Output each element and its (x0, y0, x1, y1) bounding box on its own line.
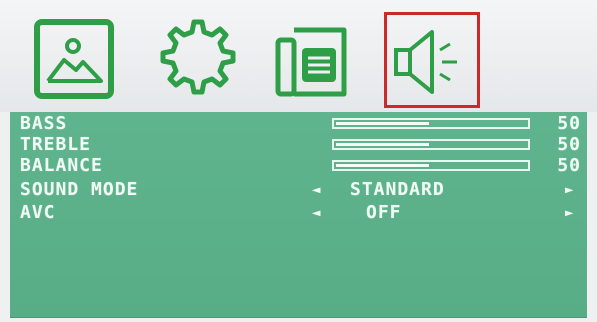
treble-row[interactable]: TREBLE 50 (10, 135, 587, 154)
avc-right-arrow-icon[interactable]: ► (565, 204, 574, 222)
bass-label: BASS (20, 113, 68, 134)
balance-slider[interactable] (332, 160, 530, 171)
tab-sound[interactable] (384, 12, 480, 108)
osd-screen: BASS 50 TREBLE 50 BALANCE 50 SOUND MODE … (0, 0, 597, 322)
tab-features[interactable] (268, 12, 364, 108)
bass-value: 50 (557, 113, 581, 134)
treble-slider[interactable] (332, 139, 530, 150)
avc-left-arrow-icon[interactable]: ◄ (312, 204, 321, 222)
tab-settings[interactable] (146, 12, 242, 108)
bass-slider-fill (336, 122, 429, 125)
avc-row[interactable]: AVC ◄ OFF ► (10, 203, 587, 222)
treble-value: 50 (557, 134, 581, 155)
avc-value: OFF (366, 202, 402, 223)
sound-settings-panel: BASS 50 TREBLE 50 BALANCE 50 SOUND MODE … (10, 112, 587, 318)
sound-mode-label: SOUND MODE (20, 179, 139, 200)
balance-row[interactable]: BALANCE 50 (10, 156, 587, 175)
balance-slider-fill (336, 164, 429, 167)
sound-mode-row[interactable]: SOUND MODE ◄ STANDARD ► (10, 180, 587, 199)
balance-label: BALANCE (20, 155, 103, 176)
picture-icon (34, 19, 114, 99)
bass-row[interactable]: BASS 50 (10, 114, 587, 133)
document-icon (275, 27, 347, 97)
treble-label: TREBLE (20, 134, 92, 155)
treble-slider-fill (336, 143, 429, 146)
sound-mode-right-arrow-icon[interactable]: ► (565, 181, 574, 199)
balance-value: 50 (557, 155, 581, 176)
bass-slider[interactable] (332, 118, 530, 129)
tab-picture[interactable] (26, 12, 122, 108)
sound-mode-left-arrow-icon[interactable]: ◄ (312, 181, 321, 199)
speaker-icon (394, 30, 457, 94)
avc-label: AVC (20, 202, 56, 223)
gear-icon (160, 19, 236, 95)
sound-mode-value: STANDARD (350, 179, 445, 200)
menu-tab-bar (0, 0, 597, 112)
